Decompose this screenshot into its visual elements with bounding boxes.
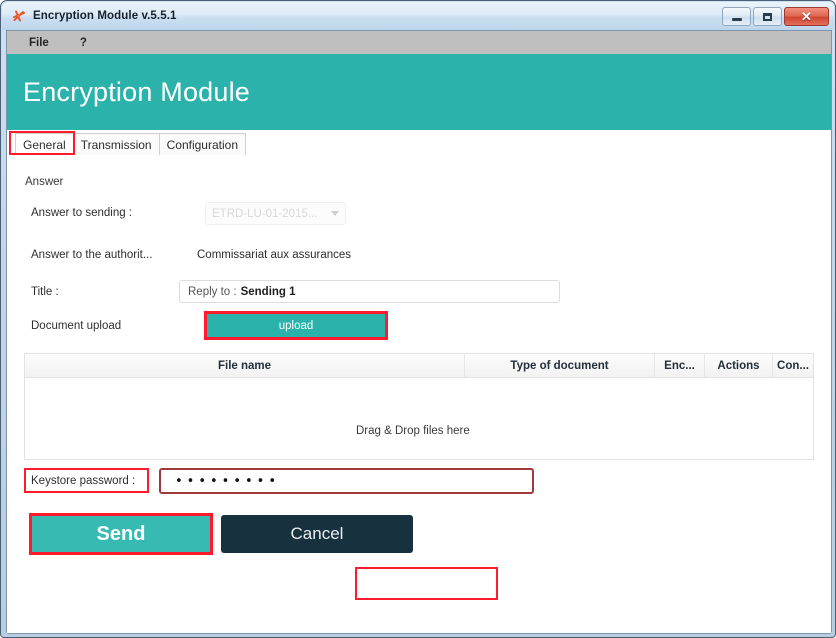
file-drop-zone[interactable]: Drag & Drop files here	[25, 378, 813, 459]
menu-item-help[interactable]: ?	[77, 36, 90, 50]
star-burst-icon	[11, 8, 27, 24]
window-title: Encryption Module v.5.5.1	[33, 10, 177, 22]
title-bar: Encryption Module v.5.5.1 ✕	[2, 2, 834, 30]
send-button[interactable]: Send	[31, 515, 211, 553]
close-icon: ✕	[801, 9, 812, 24]
tab-panel-general: Answer Answer to sending : ETRD-LU-01-20…	[7, 155, 831, 633]
menu-item-file[interactable]: File	[26, 36, 52, 50]
upload-button[interactable]: upload	[207, 314, 385, 337]
tab-transmission[interactable]: Transmission	[72, 133, 160, 155]
tab-bar: General Transmission Configuration	[7, 130, 831, 155]
title-input-prefix: Reply to :	[188, 285, 237, 298]
title-input-value: Sending 1	[240, 285, 296, 298]
app-header-banner: Encryption Module	[7, 54, 831, 130]
label-document-upload: Document upload	[31, 320, 122, 332]
section-label-answer: Answer	[25, 176, 64, 188]
drop-zone-message: Drag & Drop files here	[356, 425, 470, 437]
column-header-actions[interactable]: Actions	[705, 354, 773, 377]
page-title: Encryption Module	[23, 76, 251, 107]
column-header-type-of-document[interactable]: Type of document	[465, 354, 655, 377]
tab-general[interactable]: General	[15, 133, 74, 155]
title-input[interactable]: Reply to : Sending 1	[179, 280, 560, 303]
minimize-button[interactable]	[722, 7, 751, 26]
file-list-table: File name Type of document Enc... Action…	[24, 353, 814, 460]
minimize-icon	[731, 18, 742, 21]
label-answer-to-authority: Answer to the authorit...	[31, 249, 153, 261]
label-answer-to-sending: Answer to sending :	[31, 207, 133, 219]
column-header-file-name[interactable]: File name	[25, 354, 465, 377]
drop-zone-highlight	[355, 567, 498, 600]
maximize-button[interactable]	[753, 7, 782, 26]
tab-configuration[interactable]: Configuration	[158, 133, 246, 155]
menu-bar: File ?	[7, 31, 831, 54]
label-title: Title :	[31, 286, 59, 298]
label-keystore-password: Keystore password :	[31, 475, 136, 487]
window-controls: ✕	[722, 7, 829, 26]
answer-to-authority-value: Commissariat aux assurances	[197, 249, 352, 261]
answer-to-sending-select[interactable]: ETRD-LU-01-2015...	[205, 202, 346, 225]
table-header-row: File name Type of document Enc... Action…	[25, 354, 813, 378]
application-window: Encryption Module v.5.5.1 ✕ File ? Encry…	[0, 0, 836, 638]
keystore-password-value: •••••••••	[175, 473, 281, 489]
close-button[interactable]: ✕	[784, 7, 829, 26]
chevron-down-icon	[331, 211, 339, 216]
maximize-icon	[763, 12, 772, 21]
keystore-password-input[interactable]: •••••••••	[159, 468, 534, 494]
column-header-confirmation[interactable]: Con...	[773, 354, 813, 377]
column-header-encryption[interactable]: Enc...	[655, 354, 705, 377]
cancel-button[interactable]: Cancel	[221, 515, 413, 553]
answer-to-sending-value: ETRD-LU-01-2015...	[212, 207, 318, 220]
